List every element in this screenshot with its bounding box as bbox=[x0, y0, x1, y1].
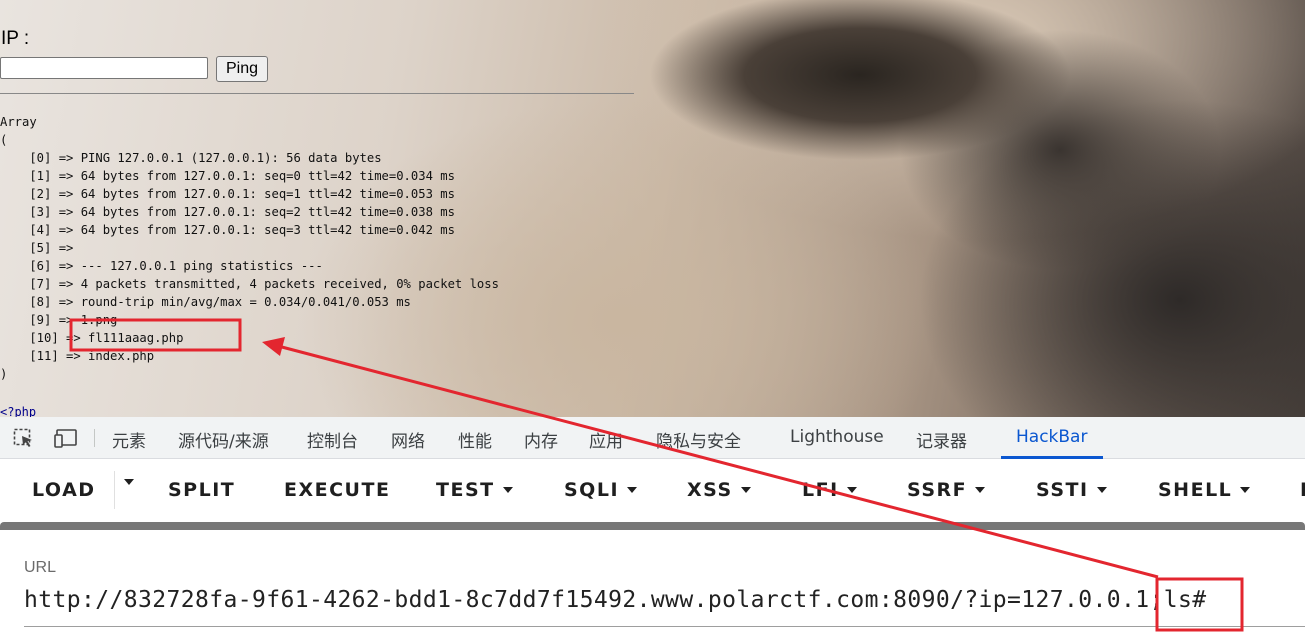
lfi-menu-label: LFI bbox=[802, 479, 839, 501]
output-line: [11] => index.php bbox=[0, 349, 155, 363]
xss-menu[interactable]: XSS bbox=[687, 479, 751, 501]
tab-recorder[interactable]: 记录器 bbox=[916, 427, 967, 452]
output-line: ( bbox=[0, 133, 8, 147]
test-menu-label: TEST bbox=[436, 479, 495, 501]
hackbar-toolbar: LOAD SPLIT EXECUTE TEST SQLI XSS LFI SSR… bbox=[0, 459, 1305, 523]
output-line: Array bbox=[0, 115, 37, 129]
tab-hackbar[interactable]: HackBar bbox=[1016, 427, 1087, 447]
split-button[interactable]: SPLIT bbox=[168, 479, 235, 501]
sqli-menu-label: SQLI bbox=[564, 479, 620, 501]
toolbar-scrollbar[interactable] bbox=[0, 522, 1305, 530]
xss-menu-label: XSS bbox=[687, 479, 733, 501]
execute-button[interactable]: EXECUTE bbox=[284, 479, 390, 501]
php-open-tag: <?php bbox=[0, 405, 37, 417]
output-line: ) bbox=[0, 367, 8, 381]
shell-menu-label: SHELL bbox=[1158, 479, 1233, 501]
ping-output: Array ( [0] => PING 127.0.0.1 (127.0.0.1)… bbox=[0, 113, 499, 383]
output-line: [0] => PING 127.0.0.1 (127.0.0.1): 56 da… bbox=[0, 151, 382, 165]
url-panel: URL http://832728fa-9f61-4262-bdd1-8c7dd… bbox=[0, 530, 1305, 637]
load-options-dropdown[interactable] bbox=[116, 479, 134, 485]
sqli-menu[interactable]: SQLI bbox=[564, 479, 638, 501]
output-line: [6] => --- 127.0.0.1 ping statistics --- bbox=[0, 259, 323, 273]
output-line: [3] => 64 bytes from 127.0.0.1: seq=2 tt… bbox=[0, 205, 455, 219]
output-line: [5] => bbox=[0, 241, 81, 255]
tab-performance[interactable]: 性能 bbox=[458, 427, 492, 452]
url-label: URL bbox=[24, 559, 57, 576]
url-field[interactable]: http://832728fa-9f61-4262-bdd1-8c7dd7f15… bbox=[24, 587, 1207, 613]
lfi-menu[interactable]: LFI bbox=[802, 479, 857, 501]
ping-button[interactable]: Ping bbox=[216, 56, 268, 82]
tab-application[interactable]: 应用 bbox=[589, 427, 623, 452]
tab-privacy-security[interactable]: 隐私与安全 bbox=[656, 427, 741, 452]
output-line: [1] => 64 bytes from 127.0.0.1: seq=0 tt… bbox=[0, 169, 455, 183]
chevron-down-icon bbox=[1240, 487, 1251, 493]
chevron-down-icon bbox=[1096, 487, 1107, 493]
horizontal-rule bbox=[0, 93, 634, 94]
ssti-menu-label: SSTI bbox=[1036, 479, 1089, 501]
output-line-flag-file: [10] => fl111aaag.php bbox=[0, 331, 184, 345]
chevron-down-icon bbox=[502, 487, 513, 493]
chevron-down-icon bbox=[627, 487, 638, 493]
ssrf-menu-label: SSRF bbox=[907, 479, 968, 501]
ssti-menu[interactable]: SSTI bbox=[1036, 479, 1107, 501]
load-button[interactable]: LOAD bbox=[32, 479, 96, 501]
tab-network[interactable]: 网络 bbox=[391, 427, 425, 452]
tab-console[interactable]: 控制台 bbox=[307, 427, 358, 452]
shell-menu[interactable]: SHELL bbox=[1158, 479, 1251, 501]
ip-input[interactable] bbox=[0, 57, 208, 79]
tab-elements[interactable]: 元素 bbox=[112, 427, 146, 452]
output-line: [4] => 64 bytes from 127.0.0.1: seq=3 tt… bbox=[0, 223, 455, 237]
toolbar-separator bbox=[94, 429, 95, 447]
chevron-down-icon bbox=[740, 487, 751, 493]
overflow-menu[interactable]: E bbox=[1300, 479, 1305, 501]
device-toolbar-icon[interactable] bbox=[54, 428, 77, 448]
test-menu[interactable]: TEST bbox=[436, 479, 513, 501]
chevron-down-icon bbox=[846, 487, 857, 493]
devtools-tab-bar: 元素 源代码/来源 控制台 网络 性能 内存 应用 隐私与安全 Lighthou… bbox=[0, 417, 1305, 459]
tab-lighthouse[interactable]: Lighthouse bbox=[790, 427, 884, 447]
toolbar-divider bbox=[114, 471, 115, 509]
tab-memory[interactable]: 内存 bbox=[524, 427, 558, 452]
output-line: [7] => 4 packets transmitted, 4 packets … bbox=[0, 277, 499, 291]
ip-label: IP : bbox=[1, 28, 30, 49]
chevron-down-icon bbox=[975, 487, 986, 493]
output-line: [2] => 64 bytes from 127.0.0.1: seq=1 tt… bbox=[0, 187, 455, 201]
url-field-underline bbox=[24, 626, 1305, 627]
output-line: [8] => round-trip min/avg/max = 0.034/0.… bbox=[0, 295, 411, 309]
ssrf-menu[interactable]: SSRF bbox=[907, 479, 986, 501]
chevron-down-icon bbox=[124, 479, 134, 485]
tab-sources[interactable]: 源代码/来源 bbox=[178, 427, 269, 452]
page-content: IP : Ping Array ( [0] => PING 127.0.0.1 (… bbox=[0, 0, 1305, 417]
inspect-element-icon[interactable] bbox=[13, 428, 35, 448]
output-line: [9] => 1.png bbox=[0, 313, 118, 327]
